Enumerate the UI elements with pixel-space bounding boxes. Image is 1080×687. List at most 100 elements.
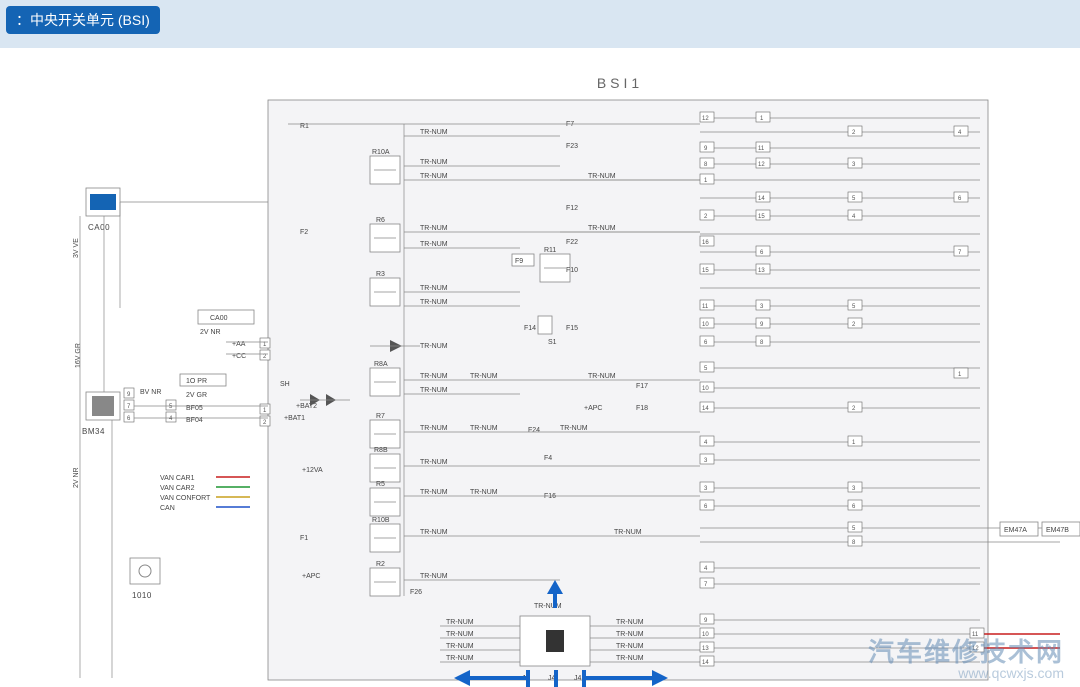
svg-text:13: 13: [758, 268, 765, 274]
svg-text:F15: F15: [566, 325, 578, 332]
schematic-svg: BSI1 CA00 BM34 1010 3V VE 16V GR 2V NR C…: [0, 48, 1080, 687]
svg-text:TR-NUM: TR-NUM: [616, 655, 644, 662]
lbl-apc: +APC: [302, 573, 320, 580]
wire-3v-ve: 3V VE: [73, 238, 80, 258]
svg-text:TR-NUM: TR-NUM: [420, 241, 448, 248]
svg-text:TR-NUM: TR-NUM: [420, 225, 448, 232]
svg-text:16: 16: [702, 240, 709, 246]
svg-text:F26: F26: [410, 589, 422, 596]
svg-text:TR-NUM: TR-NUM: [470, 425, 498, 432]
bm34-harness-labels: BV NR 1O PR 2V GR BF05 BF04 9 7 6 5 4: [124, 374, 226, 424]
svg-text:F10: F10: [566, 267, 578, 274]
svg-text:VAN CAR1: VAN CAR1: [160, 475, 195, 482]
svg-text:TR-NUM: TR-NUM: [614, 529, 642, 536]
lbl-s1: S1: [548, 339, 557, 346]
block-title: BSI1: [597, 75, 643, 91]
svg-text:1010: 1010: [132, 591, 152, 600]
svg-text:F17: F17: [636, 383, 648, 390]
svg-text:TR-NUM: TR-NUM: [446, 631, 474, 638]
module-1010: 1010: [130, 558, 160, 600]
svg-text:TR-NUM: TR-NUM: [420, 173, 448, 180]
svg-text:TR-NUM: TR-NUM: [420, 299, 448, 306]
lbl-bat2: +BAT2: [296, 403, 317, 410]
svg-text:14: 14: [758, 196, 765, 202]
svg-text:EM47B: EM47B: [1046, 527, 1069, 534]
ca00-label-box: CA00 2V NR +AA +CC: [198, 310, 254, 360]
svg-text:TR-NUM: TR-NUM: [588, 373, 616, 380]
switch-s1: [538, 316, 552, 334]
schematic-page: BSI1 CA00 BM34 1010 3V VE 16V GR 2V NR C…: [0, 48, 1080, 687]
svg-text:EM47A: EM47A: [1004, 527, 1027, 534]
svg-text:11: 11: [972, 632, 979, 638]
svg-text:R10B: R10B: [372, 517, 390, 524]
svg-text:TR-NUM: TR-NUM: [420, 529, 448, 536]
svg-text:TR-NUM: TR-NUM: [616, 643, 644, 650]
svg-text:TR-NUM: TR-NUM: [616, 631, 644, 638]
lbl-12va: +12VA: [302, 467, 323, 474]
svg-text:10: 10: [702, 322, 709, 328]
svg-text:TR-NUM: TR-NUM: [446, 643, 474, 650]
svg-text:F24: F24: [528, 427, 540, 434]
svg-text:R3: R3: [376, 271, 385, 278]
svg-text:TR-NUM: TR-NUM: [616, 619, 644, 626]
lbl-sh: SH: [280, 381, 290, 388]
svg-text:TR-NUM: TR-NUM: [420, 425, 448, 432]
svg-text:TR-NUM: TR-NUM: [534, 603, 562, 610]
svg-text:10: 10: [702, 632, 709, 638]
svg-text:12: 12: [702, 116, 709, 122]
svg-text:R7: R7: [376, 413, 385, 420]
svg-text:13: 13: [702, 646, 709, 652]
svg-text:TR-NUM: TR-NUM: [470, 373, 498, 380]
svg-text:2V GR: 2V GR: [186, 392, 207, 399]
svg-text:TR-NUM: TR-NUM: [420, 159, 448, 166]
svg-text:2V NR: 2V NR: [200, 329, 221, 336]
svg-text:TR-NUM: TR-NUM: [420, 387, 448, 394]
svg-text:11: 11: [702, 304, 709, 310]
svg-text:R10A: R10A: [372, 149, 390, 156]
svg-text:15: 15: [702, 268, 709, 274]
svg-text:R8A: R8A: [374, 361, 388, 368]
module-bm34: BM34: [82, 392, 120, 436]
svg-text:TR-NUM: TR-NUM: [560, 425, 588, 432]
svg-text:CAN: CAN: [160, 505, 175, 512]
svg-text:VAN CONFORT: VAN CONFORT: [160, 495, 211, 502]
svg-text:TR-NUM: TR-NUM: [420, 373, 448, 380]
svg-text:R11: R11: [544, 247, 556, 254]
svg-text:F14: F14: [524, 325, 536, 332]
svg-text:R2: R2: [376, 561, 385, 568]
wire-16v-gr: 16V GR: [75, 343, 82, 368]
header-title-badge: ：中央开关单元 (BSI): [6, 6, 160, 34]
svg-text:1O PR: 1O PR: [186, 378, 207, 385]
svg-text:F16: F16: [544, 493, 556, 500]
lbl-apc-mid: +APC: [584, 405, 602, 412]
svg-text:TR-NUM: TR-NUM: [420, 459, 448, 466]
svg-text:F12: F12: [566, 205, 578, 212]
svg-text:VAN CAR2: VAN CAR2: [160, 485, 195, 492]
svg-text:12: 12: [972, 646, 979, 652]
svg-text:TR-NUM: TR-NUM: [446, 655, 474, 662]
module-ca00: CA00: [86, 188, 120, 232]
svg-text:BM34: BM34: [82, 427, 105, 436]
svg-text:F2: F2: [300, 229, 308, 236]
svg-text:TR-NUM: TR-NUM: [446, 619, 474, 626]
svg-text:F9: F9: [515, 258, 523, 265]
svg-text:12: 12: [758, 162, 765, 168]
svg-text:TR-NUM: TR-NUM: [420, 285, 448, 292]
svg-text:TR-NUM: TR-NUM: [420, 489, 448, 496]
svg-text:TR-NUM: TR-NUM: [470, 489, 498, 496]
svg-text:15: 15: [758, 214, 765, 220]
lbl-bat1: +BAT1: [284, 415, 305, 422]
svg-text:10: 10: [702, 386, 709, 392]
svg-text:TR-NUM: TR-NUM: [420, 129, 448, 136]
svg-text:F22: F22: [566, 239, 578, 246]
svg-text:TR-NUM: TR-NUM: [420, 573, 448, 580]
svg-text:11: 11: [758, 146, 765, 152]
svg-text:BV NR: BV NR: [140, 389, 161, 396]
svg-text:R8B: R8B: [374, 447, 388, 454]
svg-text:CA00: CA00: [210, 315, 228, 322]
svg-text:TR-NUM: TR-NUM: [588, 225, 616, 232]
legend: VAN CAR1 VAN CAR2 VAN CONFORT CAN: [160, 475, 250, 512]
svg-text:F23: F23: [566, 143, 578, 150]
svg-text:F1: F1: [300, 535, 308, 542]
svg-text:R6: R6: [376, 217, 385, 224]
